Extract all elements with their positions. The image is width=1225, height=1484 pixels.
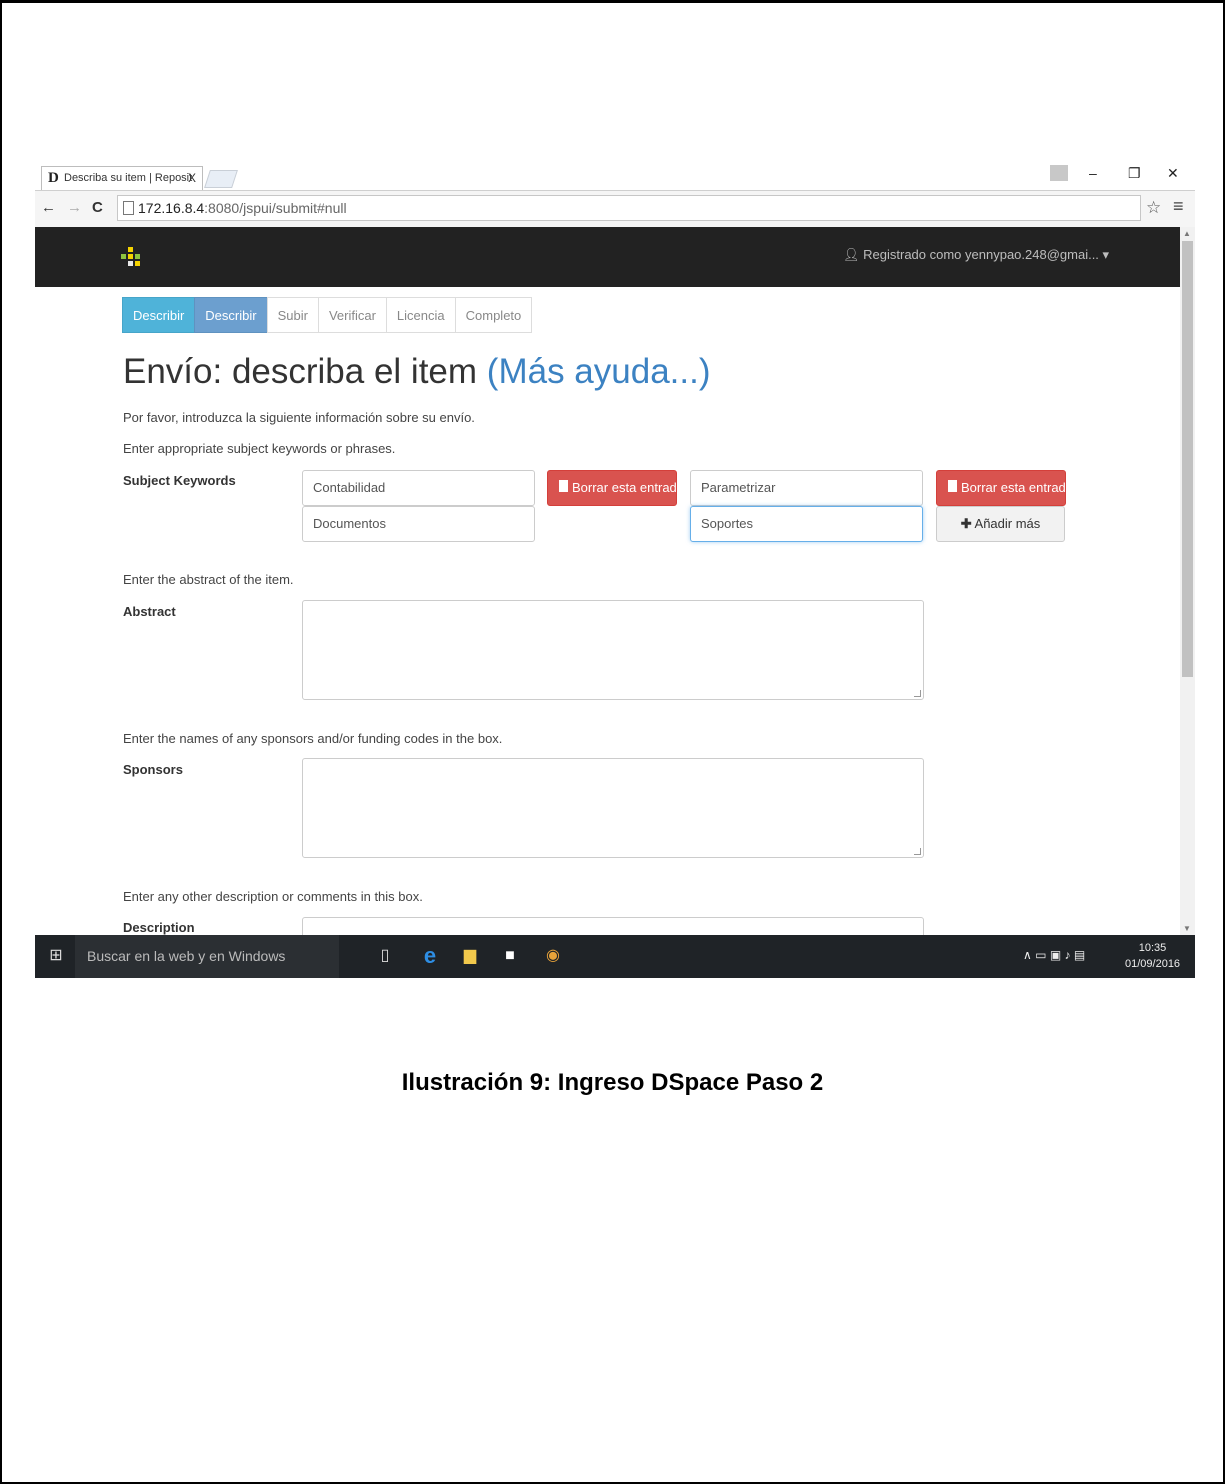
abstract-textarea[interactable] <box>302 600 924 700</box>
reload-icon[interactable]: C <box>92 199 103 216</box>
delete-entry-label: Borrar esta entrada <box>572 480 677 495</box>
description-label: Description <box>123 920 195 935</box>
keyword-input-4[interactable]: Soportes <box>690 506 923 542</box>
sponsors-textarea[interactable] <box>302 758 924 858</box>
taskbar-clock[interactable]: 10:35 01/09/2016 <box>1125 940 1180 972</box>
progress-steps: Describir Describir Subir Verificar Lice… <box>122 297 533 333</box>
keyword-input-2[interactable]: Parametrizar <box>690 470 923 506</box>
taskbar-search[interactable]: Buscar en la web y en Windows <box>75 935 339 978</box>
trash-icon <box>559 480 568 492</box>
keyword-input-3[interactable]: Documentos <box>302 506 535 542</box>
windows-taskbar: ⊞ Buscar en la web y en Windows ▯ e ▆ ■ … <box>35 935 1195 978</box>
notification-icon[interactable]: ▤ <box>1074 948 1085 962</box>
plus-icon: ✚ <box>960 516 972 531</box>
delete-entry-label: Borrar esta entrada <box>961 480 1066 495</box>
trash-icon <box>948 480 957 492</box>
dspace-logo-icon[interactable] <box>121 247 141 267</box>
clock-time: 10:35 <box>1138 942 1167 954</box>
address-bar: ← → C 172.16.8.4:8080/jspui/submit#null … <box>35 191 1195 228</box>
url-path: :8080/jspui/submit#null <box>204 200 347 216</box>
scrollbar-thumb[interactable] <box>1182 241 1193 677</box>
new-tab-button[interactable] <box>204 170 238 188</box>
intro-text: Por favor, introduzca la siguiente infor… <box>123 410 475 425</box>
windows-start-icon[interactable]: ⊞ <box>46 946 66 966</box>
back-icon[interactable]: ← <box>41 199 56 216</box>
tab-close-icon[interactable]: X <box>188 167 196 189</box>
abstract-label: Abstract <box>123 604 176 619</box>
keyword-input-1[interactable]: Contabilidad <box>302 470 535 506</box>
close-window-icon[interactable]: ✕ <box>1167 165 1179 182</box>
clock-date: 01/09/2016 <box>1125 958 1181 970</box>
dspace-favicon-icon: D <box>48 170 59 186</box>
page-title: Envío: describa el item (Más ayuda...) <box>123 352 711 392</box>
scroll-up-icon[interactable]: ▲ <box>1183 229 1191 238</box>
user-menu[interactable]: 👤︎ Registrado como yennypao.248@gmai... … <box>843 247 1109 263</box>
step-describir-1[interactable]: Describir <box>122 297 196 333</box>
tab-bar: D Describa su item | Reposit X – ❐ ✕ <box>35 160 1195 191</box>
keywords-hint: Enter appropriate subject keywords or ph… <box>123 441 396 456</box>
description-hint: Enter any other description or comments … <box>123 889 423 904</box>
chevron-up-icon[interactable]: ∧ <box>1023 948 1032 962</box>
system-tray[interactable]: ∧ ▭ ▣ ♪ ▤ <box>1023 948 1085 962</box>
user-icon: 👤︎ <box>843 247 860 262</box>
scroll-down-icon[interactable]: ▼ <box>1183 924 1191 933</box>
volume-icon[interactable]: ♪ <box>1065 948 1071 962</box>
step-verificar[interactable]: Verificar <box>317 297 387 333</box>
step-licencia[interactable]: Licencia <box>385 297 456 333</box>
dspace-navbar: 👤︎ Registrado como yennypao.248@gmai... … <box>35 227 1180 287</box>
browser-screenshot: D Describa su item | Reposit X – ❐ ✕ ← →… <box>35 160 1195 978</box>
figure-caption: Ilustración 9: Ingreso DSpace Paso 2 <box>401 1069 824 1096</box>
minimize-icon[interactable]: – <box>1089 165 1097 181</box>
page-title-text: Envío: describa el item <box>123 352 478 391</box>
forward-icon[interactable]: → <box>67 199 82 216</box>
user-menu-label: Registrado como yennypao.248@gmai... <box>863 247 1099 262</box>
delete-entry-button-2[interactable]: Borrar esta entrada <box>936 470 1066 506</box>
browser-tab[interactable]: D Describa su item | Reposit X <box>41 166 203 190</box>
add-more-label: Añadir más <box>974 516 1041 531</box>
bookmark-star-icon[interactable]: ☆ <box>1146 198 1161 218</box>
store-icon[interactable]: ■ <box>500 946 520 966</box>
add-more-button[interactable]: ✚ Añadir más <box>936 506 1065 542</box>
step-completo[interactable]: Completo <box>454 297 533 333</box>
restore-icon[interactable]: ❐ <box>1128 165 1141 182</box>
sponsors-hint: Enter the names of any sponsors and/or f… <box>123 731 503 746</box>
help-link[interactable]: (Más ayuda...) <box>487 352 711 391</box>
task-view-icon[interactable]: ▯ <box>375 946 395 966</box>
profile-icon[interactable] <box>1050 165 1068 181</box>
file-explorer-icon[interactable]: ▆ <box>460 946 480 966</box>
url-input[interactable]: 172.16.8.4:8080/jspui/submit#null <box>117 195 1141 221</box>
url-host: 172.16.8.4 <box>138 200 205 216</box>
keywords-label: Subject Keywords <box>123 473 236 488</box>
browser-menu-icon[interactable]: ≡ <box>1173 196 1184 217</box>
network-icon[interactable]: ▣ <box>1050 948 1061 962</box>
abstract-hint: Enter the abstract of the item. <box>123 572 294 587</box>
caret-down-icon: ▾ <box>1102 247 1110 262</box>
battery-icon[interactable]: ▭ <box>1035 948 1046 962</box>
step-describir-2[interactable]: Describir <box>194 297 268 333</box>
tab-title: Describa su item | Reposit <box>64 172 193 184</box>
delete-entry-button-1[interactable]: Borrar esta entrada <box>547 470 677 506</box>
edge-icon[interactable]: e <box>420 945 440 967</box>
step-subir[interactable]: Subir <box>266 297 319 333</box>
page-icon <box>123 201 134 215</box>
vertical-scrollbar[interactable]: ▲ ▼ <box>1180 227 1195 935</box>
sponsors-label: Sponsors <box>123 762 183 777</box>
chrome-icon[interactable]: ◉ <box>543 946 563 966</box>
